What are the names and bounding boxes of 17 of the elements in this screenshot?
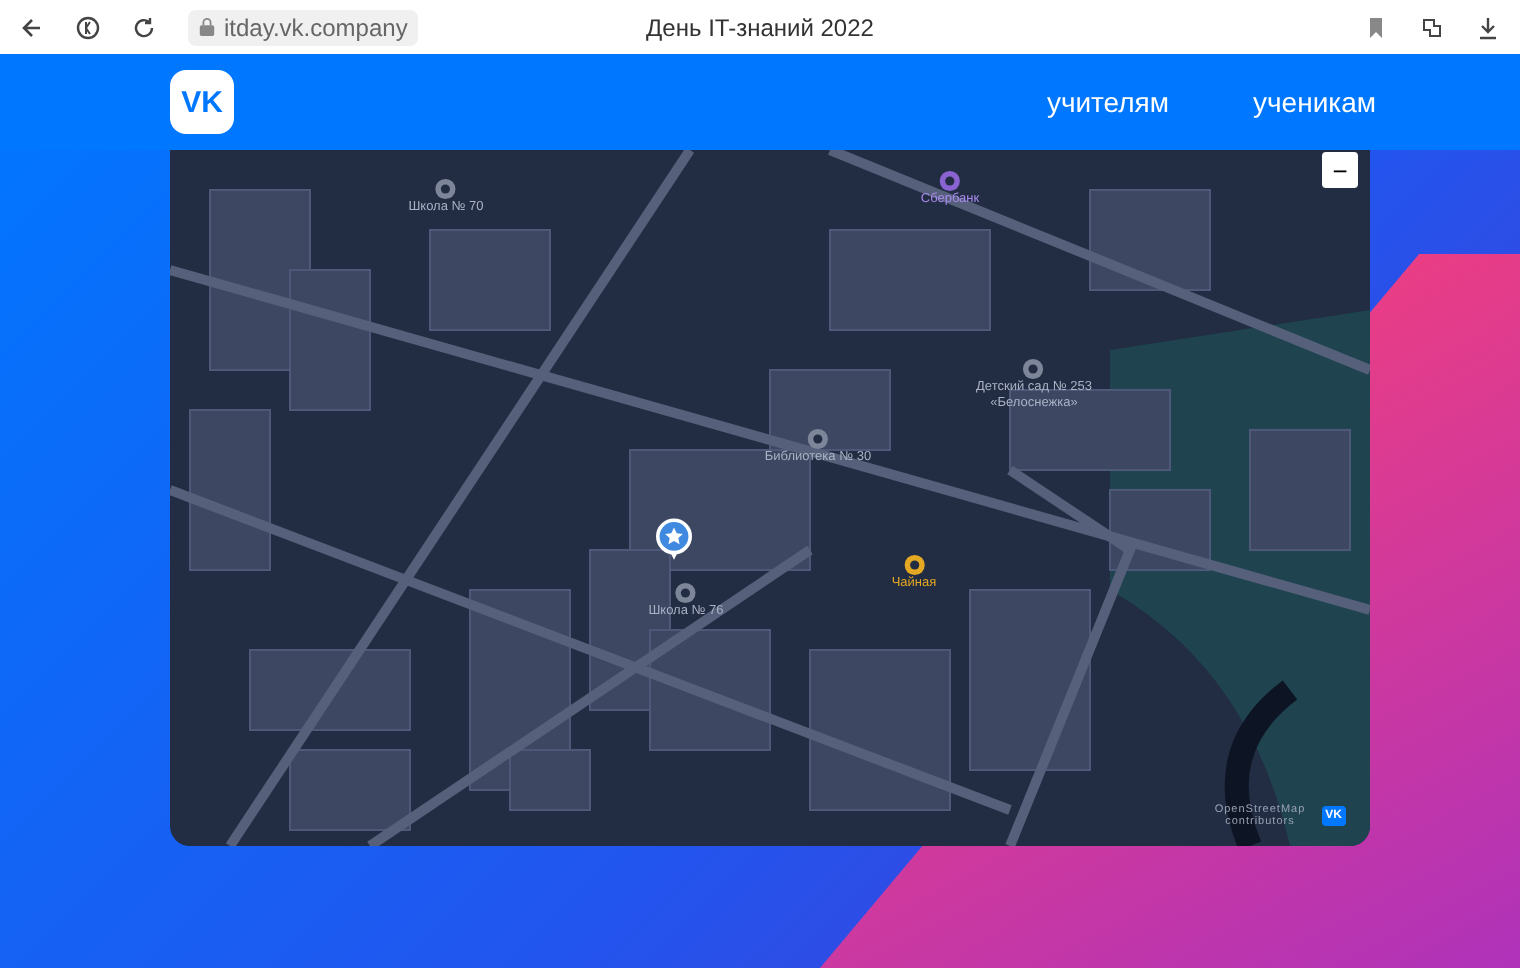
reload-icon[interactable] — [132, 15, 156, 39]
download-icon[interactable] — [1476, 15, 1500, 39]
address-bar[interactable]: itday.vk.company — [188, 9, 418, 45]
extensions-icon[interactable] — [1420, 15, 1444, 39]
back-icon[interactable] — [20, 15, 44, 39]
browser-logo-icon[interactable] — [76, 15, 100, 39]
location-pin-icon[interactable] — [656, 518, 692, 562]
nav-link[interactable]: ученикам — [1253, 86, 1376, 118]
zoom-out-button[interactable]: − — [1322, 152, 1358, 188]
bookmark-icon[interactable] — [1364, 15, 1388, 39]
page-title: День IT-знаний 2022 — [646, 13, 874, 41]
place-icon[interactable] — [435, 177, 457, 200]
nav-link[interactable]: учителям — [1046, 86, 1170, 118]
place-icon[interactable] — [1023, 358, 1045, 381]
logo[interactable]: VK — [170, 70, 234, 134]
lock-icon — [198, 16, 216, 38]
place-icon[interactable] — [675, 581, 697, 604]
